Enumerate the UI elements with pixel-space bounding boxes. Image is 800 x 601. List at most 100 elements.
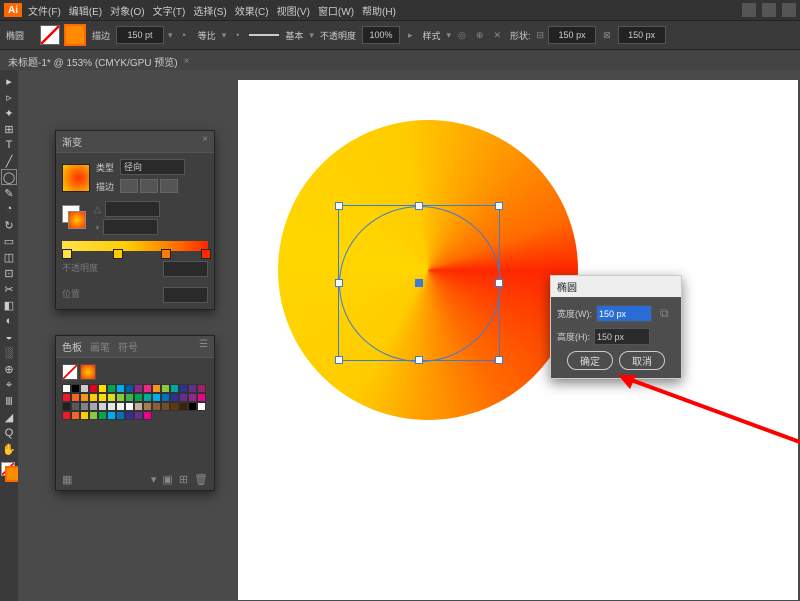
brush-label[interactable]: 基本	[285, 29, 303, 42]
gradient-stop-4[interactable]	[201, 249, 211, 259]
swatch-cell[interactable]	[80, 402, 89, 411]
swatch-cell[interactable]	[107, 411, 116, 420]
direct-selection-tool[interactable]: ▹	[2, 90, 16, 104]
search-icon[interactable]	[782, 3, 796, 17]
handle-se[interactable]	[495, 356, 503, 364]
menu-file[interactable]: 文件(F)	[28, 3, 61, 18]
dialog-width-input[interactable]	[596, 305, 652, 322]
swatch-cell[interactable]	[80, 384, 89, 393]
swatch-cell[interactable]	[62, 411, 71, 420]
menu-type[interactable]: 文字(T)	[153, 3, 186, 18]
swatch-cell[interactable]	[71, 393, 80, 402]
shape-width-input[interactable]	[548, 26, 596, 44]
menu-edit[interactable]: 编辑(E)	[69, 3, 102, 18]
swatch-cell[interactable]	[116, 393, 125, 402]
gradient-aspect-input[interactable]	[103, 219, 158, 235]
new-swatch-icon[interactable]: ▣	[162, 473, 172, 486]
swatch-cell[interactable]	[62, 402, 71, 411]
swatch-cell[interactable]	[116, 384, 125, 393]
cancel-button[interactable]: 取消	[619, 351, 665, 370]
swatch-cell[interactable]	[125, 393, 134, 402]
swatch-cell[interactable]	[152, 402, 161, 411]
swatch-cell[interactable]	[107, 402, 116, 411]
rotate-tool[interactable]: ◔	[2, 202, 16, 216]
fill-swatch[interactable]	[40, 25, 60, 45]
hand-tool[interactable]: ✋	[2, 442, 16, 456]
fill-stroke-swatch[interactable]	[1, 462, 17, 480]
swatch-cell[interactable]	[80, 393, 89, 402]
swatch-cell[interactable]	[197, 384, 206, 393]
menu-window[interactable]: 窗口(W)	[318, 3, 354, 18]
delete-swatch-icon[interactable]: 🗑	[194, 473, 208, 486]
swatch-cell[interactable]	[197, 402, 206, 411]
gradient-stop-1[interactable]	[62, 249, 72, 259]
handle-ne[interactable]	[495, 202, 503, 210]
line-tool[interactable]: ╱	[2, 154, 16, 168]
panel-close-icon[interactable]: ×	[202, 134, 208, 149]
stroke-swatch[interactable]	[64, 24, 86, 46]
ellipse-tool[interactable]: ◯	[2, 170, 16, 184]
swatch-cell[interactable]	[179, 402, 188, 411]
eraser-tool[interactable]: ✂	[2, 282, 16, 296]
handle-s[interactable]	[415, 356, 423, 364]
opacity-input[interactable]	[362, 26, 400, 44]
gradient-angle-input[interactable]	[105, 201, 160, 217]
swatch-cell[interactable]	[116, 402, 125, 411]
swatch-cell[interactable]	[98, 402, 107, 411]
swatch-library-icon[interactable]: ▦	[62, 473, 72, 486]
none-swatch[interactable]	[62, 364, 78, 380]
gradient-panel-tab[interactable]: 渐变	[62, 134, 82, 149]
layout-icon[interactable]	[742, 3, 756, 17]
swatch-cell[interactable]	[143, 384, 152, 393]
menu-view[interactable]: 视图(V)	[277, 3, 310, 18]
swatch-cell[interactable]	[107, 393, 116, 402]
selection-bounding-box[interactable]	[338, 205, 500, 361]
swatch-cell[interactable]	[161, 393, 170, 402]
menu-effect[interactable]: 效果(C)	[235, 3, 269, 18]
swatches-tab[interactable]: 色板	[62, 339, 82, 354]
swatch-cell[interactable]	[143, 402, 152, 411]
swatch-cell[interactable]	[98, 393, 107, 402]
perspective-tool[interactable]: ◐	[2, 314, 16, 328]
scale-tool[interactable]: ▭	[2, 234, 16, 248]
swatch-cell[interactable]	[107, 384, 116, 393]
free-transform-tool[interactable]: ⊡	[2, 266, 16, 280]
swatch-cell[interactable]	[89, 411, 98, 420]
swatch-cell[interactable]	[125, 384, 134, 393]
swatch-cell[interactable]	[161, 402, 170, 411]
handle-sw[interactable]	[335, 356, 343, 364]
eyedropper-tool[interactable]: ⊕	[2, 362, 16, 376]
ok-button[interactable]: 确定	[567, 351, 613, 370]
stroke-mode-2[interactable]	[140, 179, 158, 193]
artboard-tool[interactable]: ◢	[2, 410, 16, 424]
swatch-cell[interactable]	[89, 402, 98, 411]
swatch-cell[interactable]	[188, 384, 197, 393]
shape-builder-tool[interactable]: ◧	[2, 298, 16, 312]
stroke-weight-input[interactable]	[116, 26, 164, 44]
swatch-cell[interactable]	[71, 411, 80, 420]
menu-select[interactable]: 选择(S)	[193, 3, 226, 18]
swatch-cell[interactable]	[62, 384, 71, 393]
gradient-location-input[interactable]	[163, 287, 208, 303]
menu-object[interactable]: 对象(O)	[110, 3, 144, 18]
swatches-view-icon[interactable]: ☰	[199, 339, 208, 354]
swatch-cell[interactable]	[125, 402, 134, 411]
reflect-tool[interactable]: ↻	[2, 218, 16, 232]
gradient-panel[interactable]: 渐变 × 类型 径向 描边	[55, 130, 215, 310]
constrain-link-icon[interactable]: ⧉	[660, 306, 669, 321]
mesh-tool[interactable]: ◒	[2, 330, 16, 344]
swatch-cell[interactable]	[161, 384, 170, 393]
swatch-cell[interactable]	[170, 402, 179, 411]
swatch-cell[interactable]	[125, 411, 134, 420]
swatch-cell[interactable]	[71, 402, 80, 411]
swatch-cell[interactable]	[62, 393, 71, 402]
dialog-height-input[interactable]	[594, 328, 650, 345]
swatch-cell[interactable]	[98, 384, 107, 393]
uniform-label[interactable]: 等比	[198, 29, 216, 42]
gradient-preview[interactable]	[62, 164, 90, 192]
swatch-cell[interactable]	[188, 402, 197, 411]
lasso-tool[interactable]: ⊞	[2, 122, 16, 136]
handle-nw[interactable]	[335, 202, 343, 210]
type-tool[interactable]: T	[2, 138, 16, 152]
current-gradient-swatch[interactable]	[80, 364, 96, 380]
